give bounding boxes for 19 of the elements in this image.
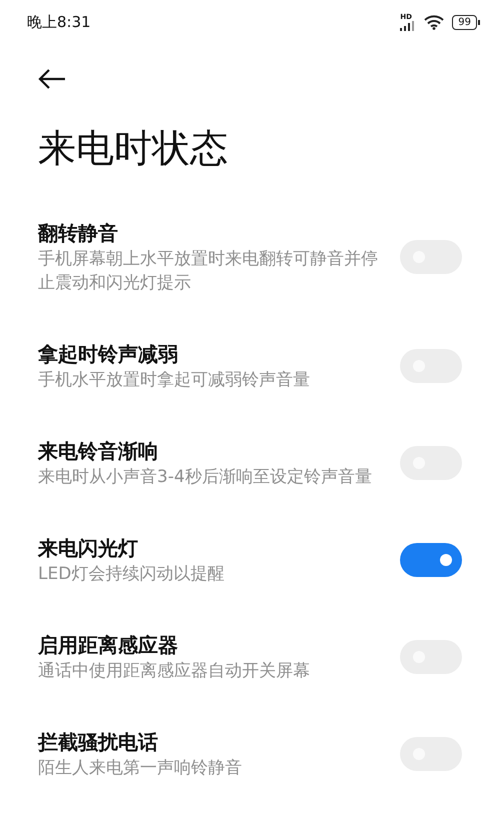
setting-title: 来电闪光灯 (38, 535, 139, 562)
setting-title: 启用距离感应器 (38, 632, 179, 659)
setting-description: 来电时从小声音3-4秒后渐响至设定铃声音量 (38, 466, 373, 489)
setting-description: LED灯会持续闪动以提醒 (38, 563, 226, 586)
setting-description: 陌生人来电第一声响铃静音 (38, 757, 243, 780)
setting-description: 通话中使用距离感应器自动开关屏幕 (38, 660, 311, 683)
setting-description: 手机水平放置时拿起可减弱铃声音量 (38, 369, 311, 392)
toggle-switch[interactable] (400, 543, 462, 577)
setting-title: 拦截骚扰电话 (38, 729, 159, 756)
signal-icon (400, 20, 416, 30)
page-title: 来电时状态 (38, 125, 229, 172)
wifi-icon (424, 14, 444, 30)
back-arrow-icon (38, 69, 66, 89)
setting-description: 手机屏幕朝上水平放置时来电翻转可静音并停止震动和闪光灯提示 (38, 248, 378, 295)
status-time: 晚上8:31 (27, 12, 91, 32)
battery-level: 99 (452, 14, 477, 30)
setting-title: 翻转静音 (38, 220, 119, 247)
setting-title: 来电铃音渐响 (38, 438, 159, 465)
setting-title: 拿起时铃声减弱 (38, 341, 179, 368)
